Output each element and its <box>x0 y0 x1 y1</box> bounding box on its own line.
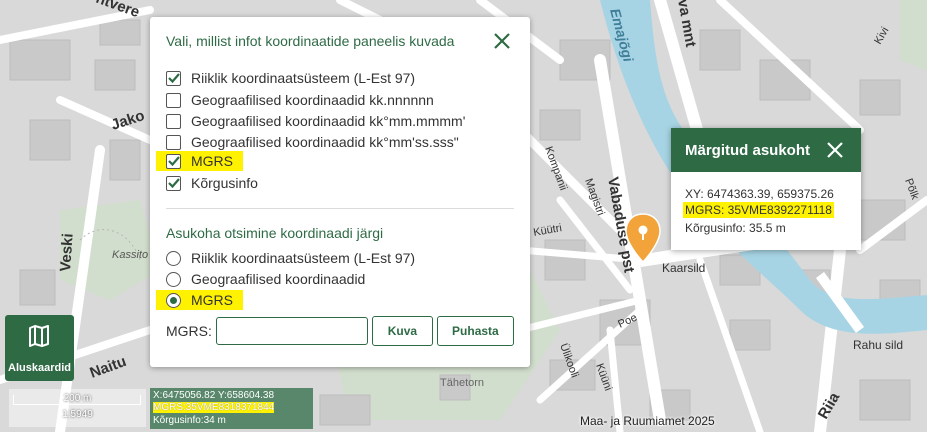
label-kaarsild: Kaarsild <box>662 261 705 275</box>
search-option-label: Riiklik koordinaatsüsteem (L-Est 97) <box>191 250 416 266</box>
basemap-button[interactable]: Aluskaardid <box>5 315 74 381</box>
coordinate-settings-panel: Vali, millist infot koordinaatide paneel… <box>150 17 530 367</box>
display-option-label: MGRS <box>191 153 233 169</box>
readout-height: Kõrgusinfo:34 m <box>153 415 226 426</box>
display-option-label: Kõrgusinfo <box>191 175 258 191</box>
mgrs-input[interactable] <box>215 317 368 345</box>
readout-mgrs: MGRS:35VME8318371844 <box>153 402 275 413</box>
label-veski: Veski <box>57 233 77 272</box>
marked-location-popup: Märgitud asukoht XY: 6474363.39, 659375.… <box>671 128 861 250</box>
display-option-height[interactable]: Kõrgusinfo <box>166 173 258 193</box>
show-button[interactable]: Kuva <box>371 316 433 346</box>
display-option-mgrs[interactable]: MGRS <box>156 151 243 171</box>
search-option-geo[interactable]: Geograafilised koordinaadid <box>166 269 365 289</box>
basemap-label: Aluskaardid <box>8 362 71 374</box>
marked-height: Kõrgusinfo: 35.5 m <box>685 221 786 235</box>
label-kassito: Kassito <box>112 249 148 261</box>
checkbox-height[interactable] <box>166 175 181 191</box>
close-icon <box>827 142 843 158</box>
mgrs-search-row: MGRS: Kuva Puhasta <box>166 316 514 346</box>
coordinate-readout: X:6475056.82 Y:658604.38 MGRS:35VME83183… <box>150 388 313 429</box>
map-icon <box>29 325 49 347</box>
marked-xy: XY: 6474363.39, 659375.26 <box>685 187 834 201</box>
display-option-label: Geograafilised koordinaadid kk°mm.mmmm' <box>191 113 466 129</box>
checkbox-lest97[interactable] <box>166 70 181 86</box>
clear-button[interactable]: Puhasta <box>436 316 514 346</box>
panel-title: Vali, millist infot koordinaatide paneel… <box>166 33 455 49</box>
checkbox-geo-decimal[interactable] <box>166 92 181 108</box>
search-option-label: Geograafilised koordinaadid <box>191 271 366 287</box>
close-popup-button[interactable] <box>827 142 843 158</box>
label-tahetorn: Tähetorn <box>440 377 484 389</box>
map-attribution: Maa- ja Ruumiamet 2025 <box>580 414 715 428</box>
display-option-geo-decimal[interactable]: Geograafilised koordinaadid kk.nnnnnn <box>166 90 434 110</box>
scale-bar: 200 m 1:5949 <box>9 389 146 427</box>
radio-geo[interactable] <box>166 271 181 287</box>
checkbox-geo-seconds[interactable] <box>166 134 181 150</box>
display-option-lest97[interactable]: Riiklik koordinaatsüsteem (L-Est 97) <box>166 68 415 88</box>
radio-mgrs[interactable] <box>166 292 181 308</box>
display-option-geo-seconds[interactable]: Geograafilised koordinaadid kk°mm'ss.sss… <box>166 132 459 152</box>
scale-ratio: 1:5949 <box>62 409 93 420</box>
search-option-mgrs[interactable]: MGRS <box>156 290 243 310</box>
marked-location-title: Märgitud asukoht <box>685 141 811 159</box>
search-section-title: Asukoha otsimine koordinaadi järgi <box>166 225 384 241</box>
mgrs-input-label: MGRS: <box>166 323 212 339</box>
checkbox-mgrs[interactable] <box>166 153 181 169</box>
display-option-label: Riiklik koordinaatsüsteem (L-Est 97) <box>191 70 416 86</box>
display-option-label: Geograafilised koordinaadid kk.nnnnnn <box>191 92 434 108</box>
marked-mgrs: MGRS: 35VME8392271118 <box>683 202 834 218</box>
search-option-label: MGRS <box>191 292 233 308</box>
search-option-lest97[interactable]: Riiklik koordinaatsüsteem (L-Est 97) <box>166 248 415 268</box>
checkbox-geo-minutes[interactable] <box>166 113 181 129</box>
label-rahu-sild: Rahu sild <box>853 338 903 352</box>
close-panel-button[interactable] <box>492 31 512 51</box>
display-option-geo-minutes[interactable]: Geograafilised koordinaadid kk°mm.mmmm' <box>166 111 465 131</box>
divider <box>166 208 514 209</box>
radio-lest97[interactable] <box>166 250 181 266</box>
close-icon <box>494 33 510 49</box>
scale-distance: 200 m <box>63 393 92 404</box>
readout-xy: X:6475056.82 Y:658604.38 <box>153 390 275 401</box>
display-option-label: Geograafilised koordinaadid kk°mm'ss.sss… <box>191 134 459 150</box>
marked-location-header: Märgitud asukoht <box>671 128 861 172</box>
